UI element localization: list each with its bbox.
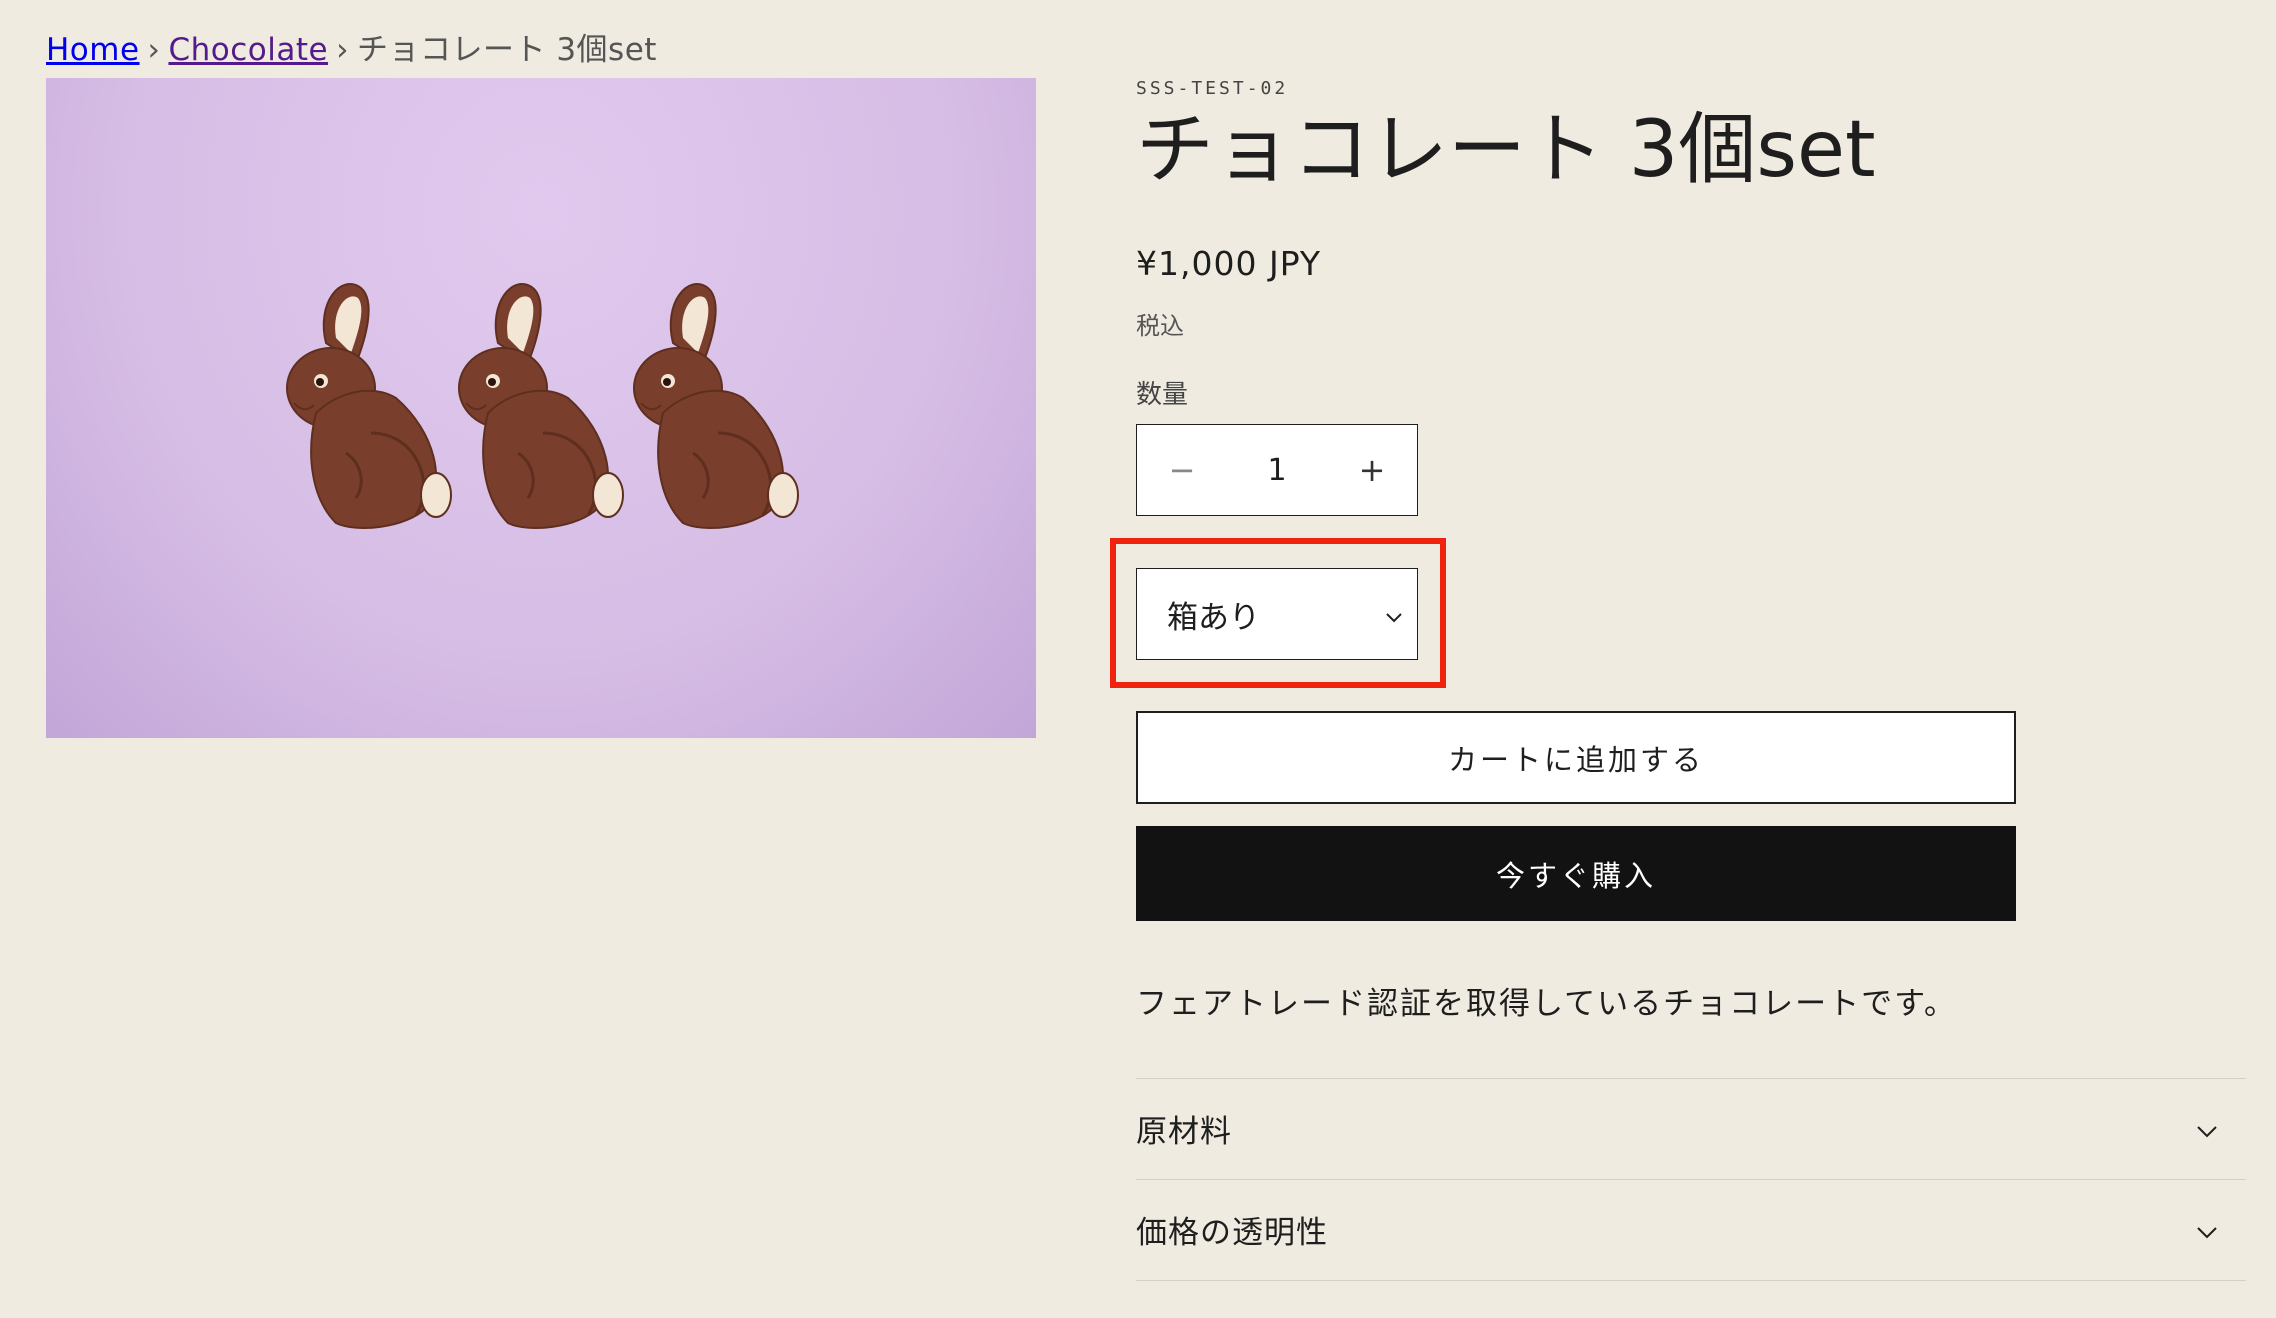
quantity-increase-button[interactable]: + bbox=[1327, 425, 1417, 515]
buy-now-button[interactable]: 今すぐ購入 bbox=[1136, 826, 2016, 921]
quantity-input[interactable] bbox=[1227, 451, 1327, 489]
chevron-down-icon bbox=[2196, 1212, 2218, 1248]
breadcrumb-separator: › bbox=[147, 32, 161, 68]
product-description: フェアトレード認証を取得しているチョコレートです。 bbox=[1136, 986, 1957, 1022]
breadcrumb-category-link[interactable]: Chocolate bbox=[168, 32, 328, 68]
breadcrumb-home-link[interactable]: Home bbox=[46, 32, 140, 68]
product-price: ¥1,000 JPY bbox=[1136, 244, 1322, 283]
accordion-label: 価格の透明性 bbox=[1136, 1215, 1328, 1251]
quantity-label: 数量 bbox=[1136, 380, 1189, 410]
variant-selected-value: 箱あり bbox=[1167, 599, 1260, 636]
chevron-down-icon bbox=[1385, 596, 1403, 632]
product-title: チョコレート 3個set bbox=[1136, 105, 1876, 195]
chocolate-bunnies-illustration bbox=[285, 282, 800, 530]
quantity-decrease-button[interactable]: − bbox=[1137, 425, 1227, 515]
quantity-stepper: − + bbox=[1136, 424, 1418, 516]
product-image[interactable] bbox=[46, 78, 1036, 738]
minus-icon: − bbox=[1168, 451, 1196, 489]
accordion-divider bbox=[1136, 1280, 2246, 1281]
plus-icon: + bbox=[1358, 451, 1386, 489]
tax-note: 税込 bbox=[1136, 312, 1184, 340]
accordion-label: 原材料 bbox=[1136, 1114, 1232, 1150]
product-sku: SSS-TEST-02 bbox=[1136, 78, 1289, 99]
accordion-price-transparency[interactable]: 価格の透明性 bbox=[1136, 1179, 2246, 1279]
breadcrumb: Home › Chocolate › チョコレート 3個set bbox=[46, 24, 657, 69]
add-to-cart-button[interactable]: カートに追加する bbox=[1136, 711, 2016, 804]
accordion-ingredients[interactable]: 原材料 bbox=[1136, 1078, 2246, 1178]
variant-select[interactable]: 箱あり bbox=[1136, 568, 1418, 660]
breadcrumb-separator: › bbox=[336, 32, 349, 68]
breadcrumb-current: チョコレート 3個set bbox=[356, 32, 657, 68]
chevron-down-icon bbox=[2196, 1111, 2218, 1147]
